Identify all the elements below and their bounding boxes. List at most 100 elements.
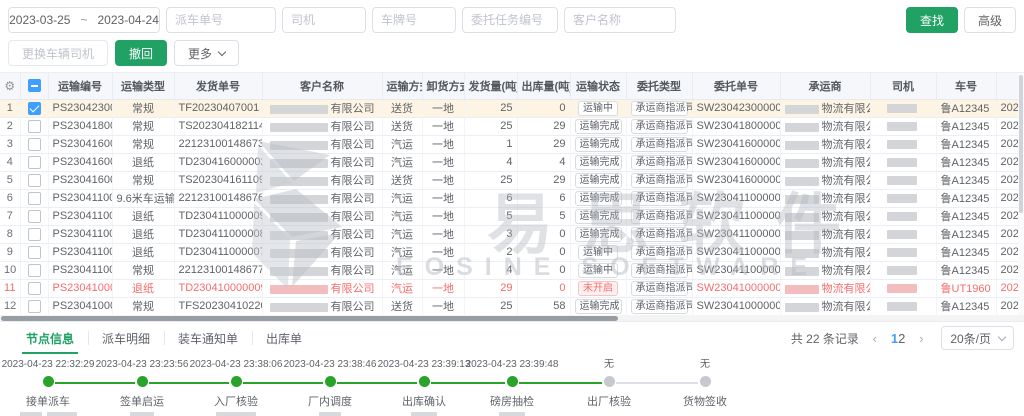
- table-cell: 承运商指派司机: [626, 189, 692, 207]
- search-button[interactable]: 查找: [906, 7, 958, 33]
- redacted-text: [887, 212, 917, 221]
- tab-节点信息[interactable]: 节点信息: [12, 322, 88, 354]
- table-cell: 有限公司: [262, 207, 382, 225]
- table-cell: SW230416000009: [692, 135, 780, 153]
- row-checkbox[interactable]: [28, 174, 41, 187]
- recall-button[interactable]: 撤回: [115, 40, 167, 66]
- table-row[interactable]: 12PS230410000004常规TFS202304102203有限公司送货一…: [0, 297, 1024, 315]
- advanced-button[interactable]: 高级: [964, 7, 1016, 33]
- table-cell: 送货: [382, 297, 422, 315]
- table-cell: 有限公司: [262, 243, 382, 261]
- table-row[interactable]: 9PS230411000002退纸TD230411000007有限公司汽运一地2…: [0, 243, 1024, 261]
- table-cell: 物流有限公司: [780, 279, 870, 297]
- redacted-text: [785, 231, 819, 240]
- entrust-task-no-input[interactable]: [462, 7, 558, 33]
- table-cell: 退纸: [112, 207, 174, 225]
- table-row[interactable]: 10PS230411000001常规22123100148677有限公司汽运一地…: [0, 261, 1024, 279]
- row-checkbox[interactable]: [28, 102, 41, 115]
- horizontal-scrollbar[interactable]: [0, 315, 1024, 322]
- table-cell: 5: [464, 207, 517, 225]
- row-checkbox[interactable]: [28, 264, 41, 277]
- horizontal-scrollbar-thumb[interactable]: [1, 316, 618, 321]
- table-row[interactable]: 7PS230411000004退纸TD230411000009有限公司汽运一地5…: [0, 207, 1024, 225]
- row-checkbox[interactable]: [28, 282, 41, 295]
- tab-装车通知单[interactable]: 装车通知单: [164, 322, 252, 354]
- table-cell: [20, 225, 48, 243]
- change-vehicle-driver-button[interactable]: 更换车辆司机: [8, 40, 108, 66]
- plate-no-input[interactable]: [372, 7, 456, 33]
- next-page-button[interactable]: ›: [911, 331, 931, 346]
- transport-status-badge: 运输中: [578, 245, 618, 260]
- column-header: 卸货方式: [422, 73, 464, 99]
- table-row[interactable]: 3PS230416000007常规22123100148673有限公司汽运一地1…: [0, 135, 1024, 153]
- row-checkbox[interactable]: [28, 210, 41, 223]
- table-cell: 鲁UT1960: [936, 279, 996, 297]
- page-number-2[interactable]: 2: [898, 331, 905, 346]
- table-cell: 鲁A12345: [936, 99, 996, 117]
- table-cell: 送货: [382, 99, 422, 117]
- dispatch-no-input[interactable]: [166, 7, 276, 33]
- table-cell: 2: [464, 243, 517, 261]
- customer-name-input[interactable]: [564, 7, 676, 33]
- table-row[interactable]: 5PS230416000004常规TS202304161109有限公司送货一地2…: [0, 171, 1024, 189]
- tab-出库单[interactable]: 出库单: [252, 322, 316, 354]
- table-cell: 常规: [112, 297, 174, 315]
- table-cell: 物流有限公司: [780, 261, 870, 279]
- entrust-type-badge: 承运商指派司机: [631, 227, 688, 242]
- table-cell: TF20230407001: [174, 99, 262, 117]
- page-size-select[interactable]: 20条/页: [941, 326, 1014, 350]
- row-checkbox[interactable]: [28, 138, 41, 151]
- table-cell: 12: [0, 297, 20, 315]
- redacted-text: [887, 194, 917, 203]
- table-cell: 一地: [422, 207, 464, 225]
- date-range-input[interactable]: 2023-03-25 ~ 2023-04-24: [8, 7, 160, 33]
- row-checkbox[interactable]: [28, 300, 41, 313]
- vertical-scrollbar-thumb[interactable]: [1019, 75, 1023, 213]
- table-cell: 承运商指派司机: [626, 117, 692, 135]
- column-settings-gear-icon[interactable]: ⚙: [4, 79, 15, 93]
- table-row[interactable]: 6PS2304110000059.6米车运输22123100148676有限公司…: [0, 189, 1024, 207]
- table-row[interactable]: 2PS230418000001常规TS202304182114有限公司送货一地2…: [0, 117, 1024, 135]
- page-number-1[interactable]: 1: [891, 331, 898, 346]
- table-cell: 送货: [382, 171, 422, 189]
- date-start[interactable]: 2023-03-25: [9, 13, 70, 27]
- transport-status-badge: 运输完成: [575, 299, 622, 314]
- redacted-text: [887, 104, 917, 113]
- node-dot-icon: [507, 376, 518, 387]
- table-cell: 9: [0, 243, 20, 261]
- table-cell: 5: [517, 207, 570, 225]
- table-row[interactable]: 1PS230423000002常规TF20230407001有限公司送货一地25…: [0, 99, 1024, 117]
- vertical-scrollbar[interactable]: [1018, 73, 1024, 315]
- table-cell: 有限公司: [262, 117, 382, 135]
- row-checkbox[interactable]: [28, 192, 41, 205]
- transport-status-badge: 运输完成: [575, 227, 622, 242]
- table-cell: 有限公司: [262, 279, 382, 297]
- table-cell: SW230410000008: [692, 279, 780, 297]
- redacted-text: [270, 249, 328, 258]
- table-cell: 承运商指派司机: [626, 261, 692, 279]
- row-checkbox[interactable]: [28, 156, 41, 169]
- table-cell: 一地: [422, 135, 464, 153]
- select-all-checkbox[interactable]: [28, 79, 41, 92]
- filter-bar: 2023-03-25 ~ 2023-04-24 查找 高级: [0, 0, 1024, 33]
- prev-page-button[interactable]: ‹: [865, 331, 885, 346]
- table-cell: 汽运: [382, 189, 422, 207]
- column-header: 运输状态: [570, 73, 626, 99]
- table-row[interactable]: 4PS230416000006退纸TD230416000002有限公司汽运一地4…: [0, 153, 1024, 171]
- driver-input[interactable]: [282, 7, 366, 33]
- table-row[interactable]: 11PS230410000006退纸TD230410000009有限公司汽运一地…: [0, 279, 1024, 297]
- table-row[interactable]: 8PS230411000003退纸TD230411000008有限公司汽运一地3…: [0, 225, 1024, 243]
- row-checkbox[interactable]: [28, 120, 41, 133]
- table-cell: 鲁A12345: [936, 243, 996, 261]
- table-zone: ⚙运输编号运输类型发货单号客户名称运输方式卸货方式发货量(吨)出库量(吨)运输状…: [0, 72, 1024, 315]
- row-checkbox[interactable]: [28, 228, 41, 241]
- redacted-text: [270, 267, 328, 276]
- column-header: 运输编号: [48, 73, 112, 99]
- table-cell: 运输完成: [570, 189, 626, 207]
- row-checkbox[interactable]: [28, 246, 41, 259]
- more-button[interactable]: 更多: [174, 40, 239, 66]
- date-end[interactable]: 2023-04-24: [98, 13, 159, 27]
- tab-派车明细[interactable]: 派车明细: [88, 322, 164, 354]
- table-cell: 常规: [112, 171, 174, 189]
- table-cell: PS230418000001: [48, 117, 112, 135]
